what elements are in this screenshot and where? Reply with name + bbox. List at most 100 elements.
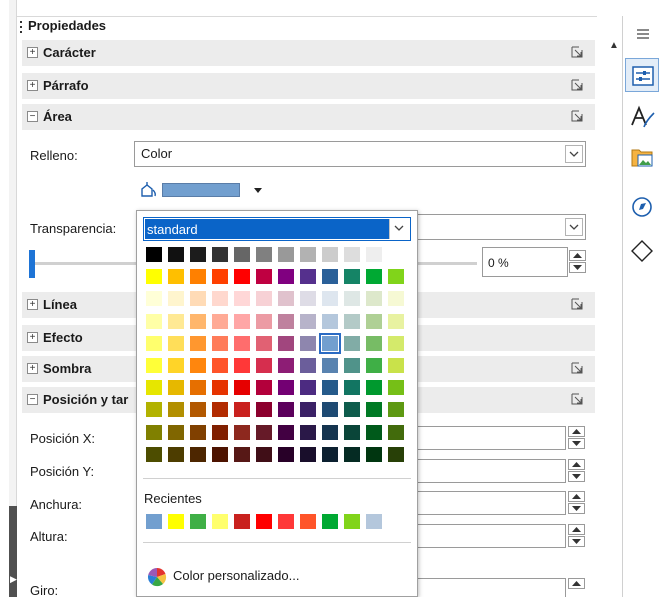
recent-color-swatch[interactable] [366,514,382,529]
width-field[interactable] [418,491,566,515]
color-swatch[interactable] [344,380,360,396]
recent-color-swatch[interactable] [256,514,272,529]
color-swatch[interactable] [234,380,250,396]
color-swatch[interactable] [366,446,382,462]
color-swatch[interactable] [319,332,341,354]
expand-icon[interactable]: + [27,47,38,58]
color-swatch[interactable] [300,446,316,462]
expand-icon[interactable]: + [27,80,38,91]
color-swatch[interactable] [146,358,162,373]
color-swatch[interactable] [366,335,382,351]
color-swatch[interactable] [212,446,228,462]
color-swatch[interactable] [344,313,360,329]
color-swatch[interactable] [278,335,294,351]
color-swatch[interactable] [322,446,338,462]
color-swatch[interactable] [344,358,360,373]
color-swatch[interactable] [300,358,316,373]
color-swatch[interactable] [146,291,162,307]
color-swatch[interactable] [300,424,316,440]
spin-up-icon[interactable] [568,524,585,535]
recent-color-swatch[interactable] [322,514,338,529]
color-swatch[interactable] [146,247,162,262]
color-swatch[interactable] [344,446,360,462]
spin-up-icon[interactable] [568,426,585,437]
color-swatch[interactable] [300,313,316,329]
color-swatch[interactable] [190,358,206,373]
color-swatch[interactable] [322,424,338,440]
color-swatch[interactable] [388,247,404,262]
chevron-down-icon[interactable] [565,145,583,163]
color-swatch[interactable] [344,424,360,440]
color-swatch[interactable] [168,402,184,418]
more-options-icon[interactable] [571,79,583,91]
recent-color-swatch[interactable] [190,514,206,529]
more-options-icon[interactable] [571,393,583,405]
color-swatch[interactable] [322,358,338,373]
color-swatch[interactable] [212,313,228,329]
color-swatch[interactable] [322,313,338,329]
more-options-icon[interactable] [571,110,583,122]
color-swatch[interactable] [146,446,162,462]
color-swatch[interactable] [190,247,206,262]
section-paragraph[interactable]: + Párrafo [22,73,595,99]
expand-icon[interactable]: + [27,332,38,343]
color-swatch[interactable] [278,358,294,373]
color-swatch[interactable] [168,291,184,307]
more-options-icon[interactable] [571,298,583,310]
color-swatch[interactable] [366,269,382,285]
transparency-type-select[interactable] [404,214,586,240]
color-swatch[interactable] [256,380,272,396]
color-swatch[interactable] [366,358,382,373]
color-swatch[interactable] [322,291,338,307]
position-x-stepper[interactable] [568,426,585,450]
color-swatch[interactable] [278,247,294,262]
recent-color-swatch[interactable] [212,514,228,529]
color-swatch[interactable] [366,380,382,396]
color-swatch[interactable] [388,335,404,351]
width-stepper[interactable] [568,491,585,515]
color-swatch[interactable] [278,313,294,329]
color-swatch[interactable] [256,424,272,440]
color-swatch[interactable] [234,291,250,307]
color-swatch[interactable] [366,291,382,307]
color-swatch[interactable] [212,291,228,307]
fill-color-picker[interactable] [136,180,276,204]
color-swatch[interactable] [212,380,228,396]
recent-color-swatch[interactable] [234,514,250,529]
color-swatch[interactable] [322,402,338,418]
color-swatch[interactable] [256,269,272,285]
color-swatch[interactable] [344,335,360,351]
color-swatch[interactable] [278,446,294,462]
color-swatch[interactable] [300,380,316,396]
color-swatch[interactable] [146,380,162,396]
color-swatch[interactable] [234,446,250,462]
color-swatch[interactable] [168,446,184,462]
color-swatch[interactable] [344,269,360,285]
height-field[interactable] [418,524,566,548]
color-swatch[interactable] [146,269,162,285]
rotation-stepper[interactable] [568,578,585,597]
color-swatch[interactable] [366,313,382,329]
position-x-field[interactable] [418,426,566,450]
position-y-stepper[interactable] [568,459,585,483]
spin-down-icon[interactable] [568,438,585,449]
deck-scrollbar[interactable] [597,16,612,597]
scroll-up-icon[interactable]: ▲ [609,40,619,51]
color-swatch[interactable] [234,269,250,285]
color-swatch[interactable] [388,269,404,285]
tab-shapes[interactable] [625,234,659,268]
color-swatch[interactable] [212,269,228,285]
tab-properties[interactable] [625,58,659,92]
palette-select[interactable]: standard [143,217,411,241]
color-swatch[interactable] [256,291,272,307]
color-swatch[interactable] [234,358,250,373]
color-swatch[interactable] [168,380,184,396]
hamburger-icon[interactable] [636,28,650,40]
color-swatch[interactable] [168,269,184,285]
color-swatch[interactable] [278,424,294,440]
color-swatch[interactable] [322,269,338,285]
recent-color-swatch[interactable] [168,514,184,529]
height-stepper[interactable] [568,524,585,548]
color-swatch[interactable] [278,269,294,285]
color-swatch[interactable] [146,424,162,440]
